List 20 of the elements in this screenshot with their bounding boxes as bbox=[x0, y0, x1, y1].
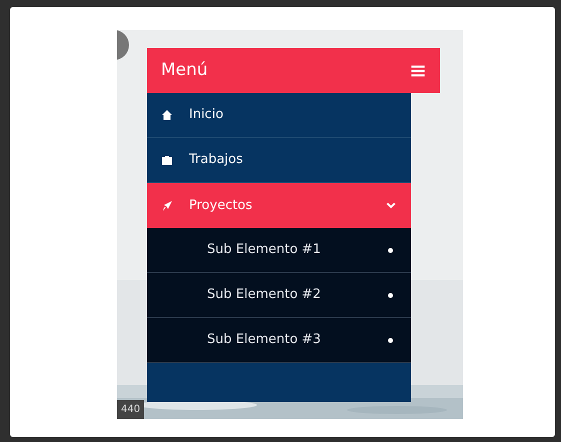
menu-item[interactable]: Inicio bbox=[147, 93, 411, 138]
submenu-item[interactable]: Sub Elemento #1 bbox=[147, 228, 411, 273]
submenu-label: Sub Elemento #3 bbox=[207, 331, 321, 350]
menu-item-label: Proyectos bbox=[189, 196, 254, 215]
menu-item-label: Inicio bbox=[189, 106, 224, 124]
menu-item[interactable]: Proyectos bbox=[147, 183, 411, 228]
menu-item-label: Trabajos bbox=[189, 151, 244, 170]
menu-icon[interactable] bbox=[410, 62, 426, 78]
bullet-icon bbox=[388, 292, 393, 298]
submenu-label: Sub Elemento #1 bbox=[207, 241, 321, 260]
bullet-icon bbox=[388, 338, 393, 342]
briefcase-icon bbox=[161, 154, 173, 166]
submenu-label: Sub Elemento #2 bbox=[207, 286, 321, 304]
home-icon bbox=[161, 109, 173, 121]
submenu-item[interactable]: Sub Elemento #3 bbox=[147, 318, 411, 363]
size-label: 440 bbox=[117, 400, 144, 419]
bullet-icon bbox=[388, 248, 393, 252]
menu-title: Menú bbox=[161, 58, 208, 82]
submenu-item[interactable]: Sub Elemento #2 bbox=[147, 273, 411, 318]
rocket-icon bbox=[161, 200, 173, 212]
